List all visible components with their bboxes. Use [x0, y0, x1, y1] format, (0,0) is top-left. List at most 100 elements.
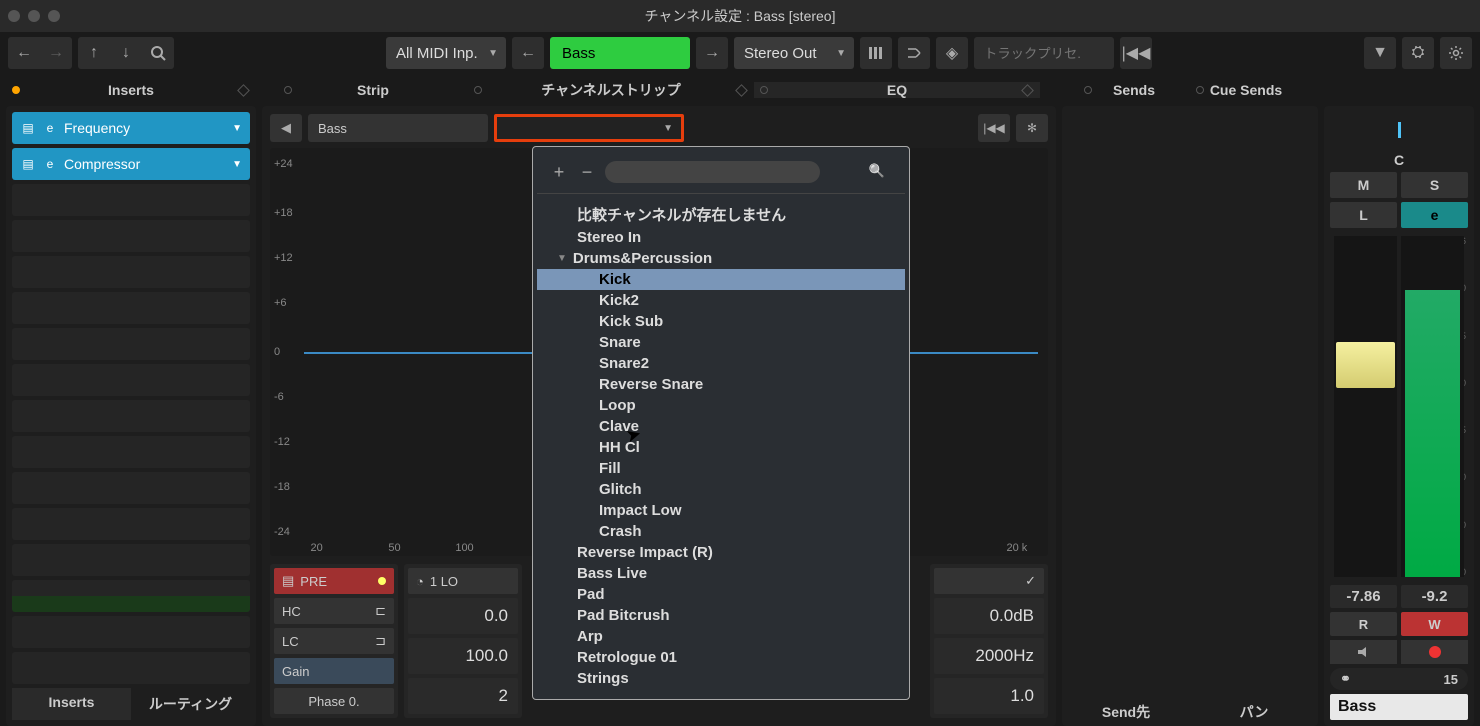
band-1-header[interactable]: ◔1 LO: [408, 568, 518, 594]
strip-power-icon[interactable]: [284, 86, 292, 94]
band-4-q[interactable]: 1.0: [934, 678, 1044, 714]
eq-bypass-icon[interactable]: [1021, 84, 1034, 97]
routing-bottom-tab[interactable]: ルーティング: [131, 688, 250, 720]
mute-button[interactable]: M: [1330, 172, 1397, 198]
send-destination-tab[interactable]: Send先: [1062, 702, 1190, 726]
list-item[interactable]: Kick2: [537, 290, 905, 311]
channelstrip-tab-label[interactable]: チャンネルストリップ: [541, 80, 681, 100]
output-chain-button[interactable]: [898, 37, 930, 69]
fader-track[interactable]: [1334, 236, 1397, 577]
reset-button[interactable]: |◀◀: [978, 114, 1010, 142]
list-item[interactable]: Arp: [537, 626, 905, 647]
insert-slot-empty[interactable]: [12, 472, 250, 504]
list-item[interactable]: Reverse Snare: [537, 374, 905, 395]
band-1-q[interactable]: 2: [408, 678, 518, 714]
compare-channel-popup[interactable]: + − 比較チャンネルが存在しません Stereo In ▼Drums&Perc…: [532, 146, 910, 700]
band-4-header[interactable]: ✓: [934, 568, 1044, 594]
list-item[interactable]: Crash: [537, 521, 905, 542]
maximize-icon[interactable]: [48, 10, 60, 22]
band-4-gain[interactable]: 0.0dB: [934, 598, 1044, 634]
read-automation-button[interactable]: R: [1330, 612, 1397, 636]
list-item[interactable]: Snare: [537, 332, 905, 353]
insert-slot-2[interactable]: ▤ e Compressor ▼: [12, 148, 250, 180]
inserts-tab[interactable]: Inserts: [6, 74, 256, 106]
list-item[interactable]: Reverse Impact (R): [537, 542, 905, 563]
pre-band-header[interactable]: ▤PRE: [274, 568, 394, 594]
list-item[interactable]: Kick Sub: [537, 311, 905, 332]
collapse-all-button[interactable]: −: [577, 162, 597, 182]
channelstrip-bypass-icon[interactable]: [735, 84, 748, 97]
list-item[interactable]: Bass Live: [537, 563, 905, 584]
functions-button[interactable]: ⛭: [1402, 37, 1434, 69]
cuesends-power-icon[interactable]: [1196, 86, 1204, 94]
list-item[interactable]: Pad: [537, 584, 905, 605]
record-enable-button[interactable]: [1401, 640, 1468, 664]
panel-layout-button[interactable]: [860, 37, 892, 69]
write-automation-button[interactable]: W: [1401, 612, 1468, 636]
dropdown-button[interactable]: ▼: [1364, 37, 1396, 69]
insert-slot-empty[interactable]: [12, 256, 250, 288]
power-dot-icon[interactable]: [12, 86, 20, 94]
popup-search-input[interactable]: [605, 161, 820, 183]
list-folder[interactable]: ▼Drums&Percussion: [537, 248, 905, 269]
insert-slot-empty[interactable]: [12, 652, 250, 684]
input-left-button[interactable]: ←: [512, 37, 544, 69]
insert-slot-empty[interactable]: [12, 220, 250, 252]
hc-row[interactable]: HC⊏: [274, 598, 394, 624]
track-preset-input[interactable]: [974, 37, 1114, 69]
list-item[interactable]: Impact Low: [537, 500, 905, 521]
insert-slot-empty[interactable]: [12, 328, 250, 360]
midi-input-select[interactable]: All MIDI Inp.: [386, 37, 506, 69]
send-pan-tab[interactable]: パン: [1190, 702, 1318, 726]
insert-slot-empty[interactable]: [12, 508, 250, 540]
insert-slot-1[interactable]: ▤ e Frequency ▼: [12, 112, 250, 144]
popup-list[interactable]: 比較チャンネルが存在しません Stereo In ▼Drums&Percussi…: [537, 194, 905, 689]
expand-all-button[interactable]: +: [549, 162, 569, 182]
band-1-freq[interactable]: 100.0: [408, 638, 518, 674]
inserts-bottom-tab[interactable]: Inserts: [12, 688, 131, 720]
preset-prev-button[interactable]: |◀◀: [1120, 37, 1152, 69]
insert-slot-empty[interactable]: [12, 436, 250, 468]
fader-value[interactable]: -7.86: [1330, 585, 1397, 608]
window-controls[interactable]: [8, 10, 60, 22]
monitor-button[interactable]: [1330, 640, 1397, 664]
nav-forward-button[interactable]: →: [40, 37, 72, 69]
channel-name-field[interactable]: Bass: [550, 37, 690, 69]
list-item[interactable]: HH Cl: [537, 437, 905, 458]
strip-back-button[interactable]: ◀: [270, 114, 302, 142]
channelstrip-power-icon[interactable]: [474, 86, 482, 94]
output-select[interactable]: Stereo Out: [734, 37, 854, 69]
pan-control[interactable]: [1330, 112, 1468, 148]
listen-button[interactable]: L: [1330, 202, 1397, 228]
fader-cap[interactable]: [1336, 342, 1395, 388]
insert-slot-empty[interactable]: [12, 400, 250, 432]
bypass-icon[interactable]: [237, 84, 250, 97]
band-4-freq[interactable]: 2000Hz: [934, 638, 1044, 674]
track-name-field[interactable]: Bass: [1330, 694, 1468, 720]
minimize-icon[interactable]: [28, 10, 40, 22]
sends-power-icon[interactable]: [1084, 86, 1092, 94]
insert-slot-empty[interactable]: [12, 364, 250, 396]
link-row[interactable]: ⚭ 15: [1330, 668, 1468, 690]
insert-slot-empty[interactable]: [12, 580, 250, 612]
eq-tab-label[interactable]: EQ: [887, 82, 907, 98]
insert-slot-empty[interactable]: [12, 292, 250, 324]
nav-back-button[interactable]: ←: [8, 37, 40, 69]
list-item-selected[interactable]: Kick ➤: [537, 269, 905, 290]
strip-channel-name[interactable]: Bass: [308, 114, 488, 142]
list-item[interactable]: Retrologue 01: [537, 647, 905, 668]
list-item[interactable]: Clave: [537, 416, 905, 437]
eq-power-icon[interactable]: [760, 86, 768, 94]
settings-button[interactable]: [1440, 37, 1472, 69]
edit-icon[interactable]: e: [42, 156, 58, 172]
list-item[interactable]: Fill: [537, 458, 905, 479]
list-item[interactable]: Loop: [537, 395, 905, 416]
list-item[interactable]: Glitch: [537, 479, 905, 500]
lc-row[interactable]: LC⊐: [274, 628, 394, 654]
list-item[interactable]: Snare2: [537, 353, 905, 374]
chevron-down-icon[interactable]: ▼: [557, 253, 567, 264]
bypass-icon[interactable]: ▤: [20, 156, 36, 172]
search-button[interactable]: [142, 37, 174, 69]
chevron-down-icon[interactable]: ▼: [232, 123, 242, 134]
list-item[interactable]: Strings: [537, 668, 905, 689]
